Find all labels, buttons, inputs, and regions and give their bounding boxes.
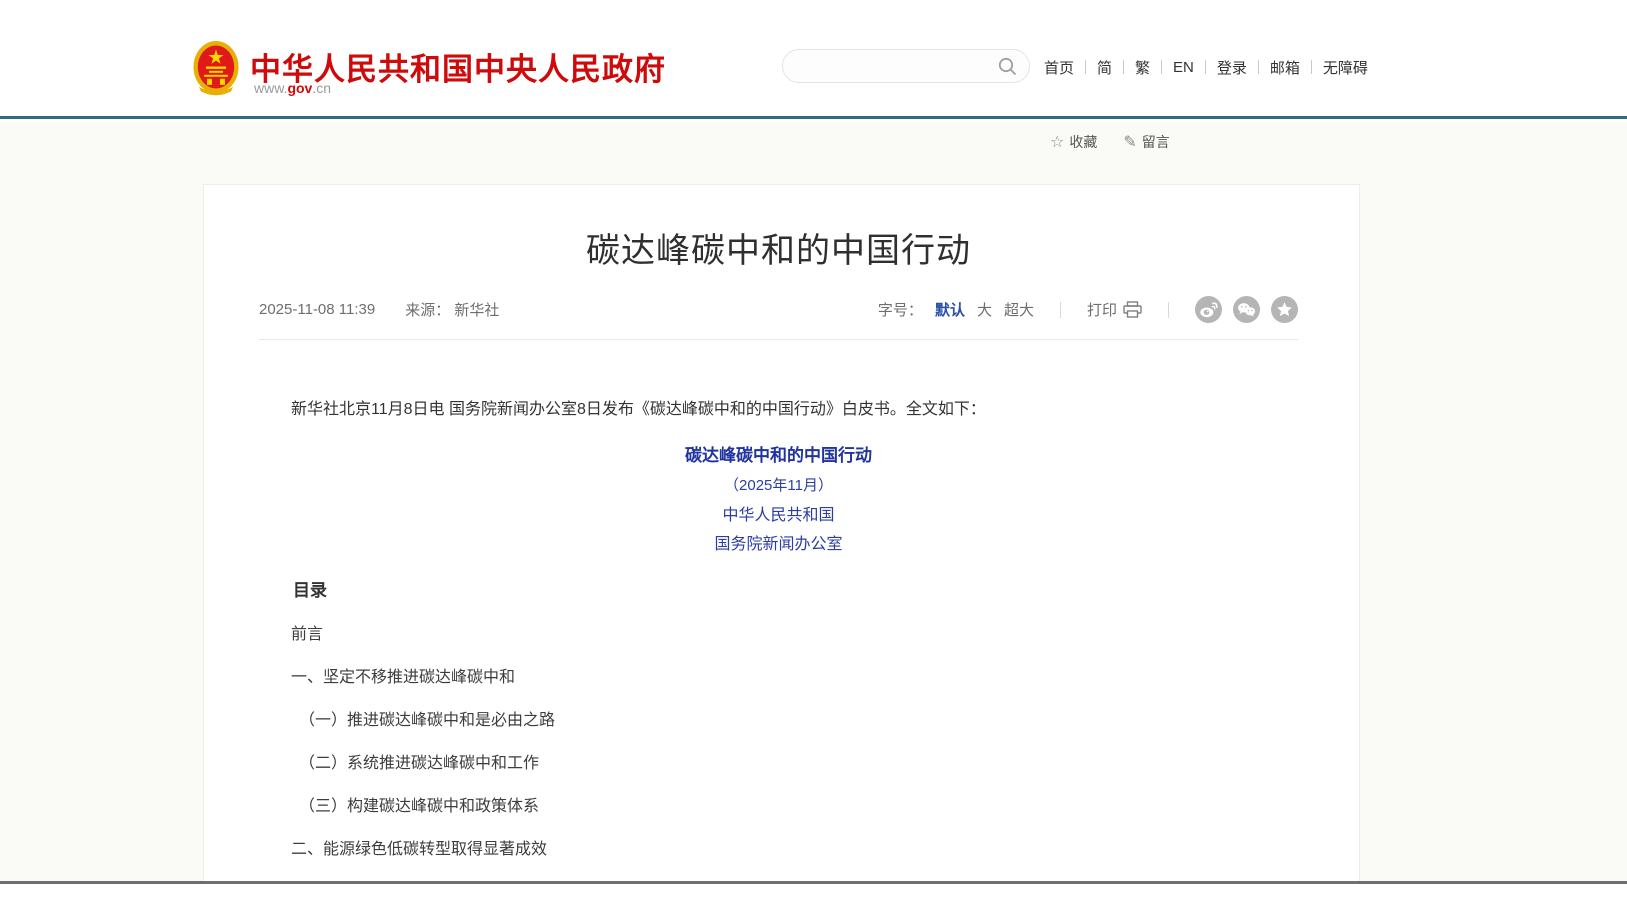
publish-time: 2025-11-08 11:39 [259, 301, 375, 318]
wechat-share-icon[interactable] [1233, 296, 1260, 323]
site-url-www: www. [254, 80, 287, 96]
nav-accessibility[interactable]: 无障碍 [1312, 57, 1379, 78]
source: 来源： 新华社 [405, 299, 499, 320]
quick-actions: ☆ 收藏 ✎ 留言 [1050, 132, 1170, 152]
nav-simplified[interactable]: 简 [1086, 57, 1123, 78]
search-box [782, 49, 1030, 83]
fontsize-label: 字号： [878, 299, 923, 320]
toc-item-section1-3: （三）构建碳达峰碳中和政策体系 [259, 797, 1298, 817]
page-title: 碳达峰碳中和的中国行动 [259, 223, 1298, 272]
meta-right: 字号： 默认 大 超大 打印 [878, 296, 1298, 323]
fontsize-default-button[interactable]: 默认 [935, 299, 965, 320]
toc-item-preface: 前言 [259, 625, 1298, 645]
source-label: 来源： [405, 302, 450, 319]
favorite-button[interactable]: ☆ 收藏 [1050, 132, 1097, 152]
nav-mail[interactable]: 邮箱 [1259, 57, 1311, 78]
toc-heading: 目录 [259, 580, 1298, 602]
search-icon[interactable] [997, 56, 1018, 77]
meta-separator [1060, 302, 1061, 318]
nav-login[interactable]: 登录 [1206, 57, 1258, 78]
meta-left: 2025-11-08 11:39 来源： 新华社 [259, 299, 499, 320]
source-name: 新华社 [454, 302, 499, 319]
bottom-strip [0, 884, 1627, 915]
doc-title: 碳达峰碳中和的中国行动 [259, 444, 1298, 468]
search-input[interactable] [799, 52, 984, 80]
meta-separator [1168, 302, 1169, 318]
fontsize-large-button[interactable]: 大 [977, 299, 992, 320]
favorite-label: 收藏 [1069, 132, 1097, 152]
share-icons [1195, 296, 1298, 323]
star-share-icon[interactable] [1271, 296, 1298, 323]
national-emblem-icon [193, 40, 239, 97]
article-card: 碳达峰碳中和的中国行动 2025-11-08 11:39 来源： 新华社 字号：… [203, 184, 1360, 915]
toc-item-section1-2: （二）系统推进碳达峰碳中和工作 [259, 754, 1298, 774]
site-url-gov: gov [287, 80, 312, 96]
weibo-share-icon[interactable] [1195, 296, 1222, 323]
printer-icon [1123, 301, 1142, 318]
gov-logo[interactable] [193, 40, 239, 97]
site-header: 中华人民共和国中央人民政府 www.gov.cn 首页 简 繁 EN 登录 邮箱… [0, 0, 1627, 119]
lead-paragraph: 新华社北京11月8日电 国务院新闻办公室8日发布《碳达峰碳中和的中国行动》白皮书… [259, 398, 1298, 422]
message-label: 留言 [1142, 132, 1170, 152]
nav-home[interactable]: 首页 [1044, 57, 1085, 78]
site-url: www.gov.cn [254, 80, 331, 96]
site-url-cn: .cn [312, 80, 331, 96]
nav-traditional[interactable]: 繁 [1124, 57, 1161, 78]
doc-issuer-country: 中华人民共和国 [259, 505, 1298, 525]
print-button[interactable]: 打印 [1087, 299, 1142, 320]
toc-item-section1: 一、坚定不移推进碳达峰碳中和 [259, 668, 1298, 688]
fontsize-xlarge-button[interactable]: 超大 [1004, 299, 1034, 320]
doc-issuer-office: 国务院新闻办公室 [259, 534, 1298, 554]
doc-date: （2025年11月） [259, 476, 1298, 496]
toc-item-section2: 二、能源绿色低碳转型取得显著成效 [259, 840, 1298, 860]
star-outline-icon: ☆ [1050, 132, 1064, 152]
pencil-icon: ✎ [1123, 132, 1136, 152]
message-button[interactable]: ✎ 留言 [1123, 132, 1169, 152]
print-label: 打印 [1087, 299, 1117, 320]
bottom-divider [0, 881, 1627, 884]
nav-english[interactable]: EN [1162, 59, 1205, 76]
toc-item-section1-1: （一）推进碳达峰碳中和是必由之路 [259, 711, 1298, 731]
article-meta-row: 2025-11-08 11:39 来源： 新华社 字号： 默认 大 超大 打印 [259, 296, 1298, 340]
top-nav: 首页 简 繁 EN 登录 邮箱 无障碍 [1044, 57, 1379, 77]
